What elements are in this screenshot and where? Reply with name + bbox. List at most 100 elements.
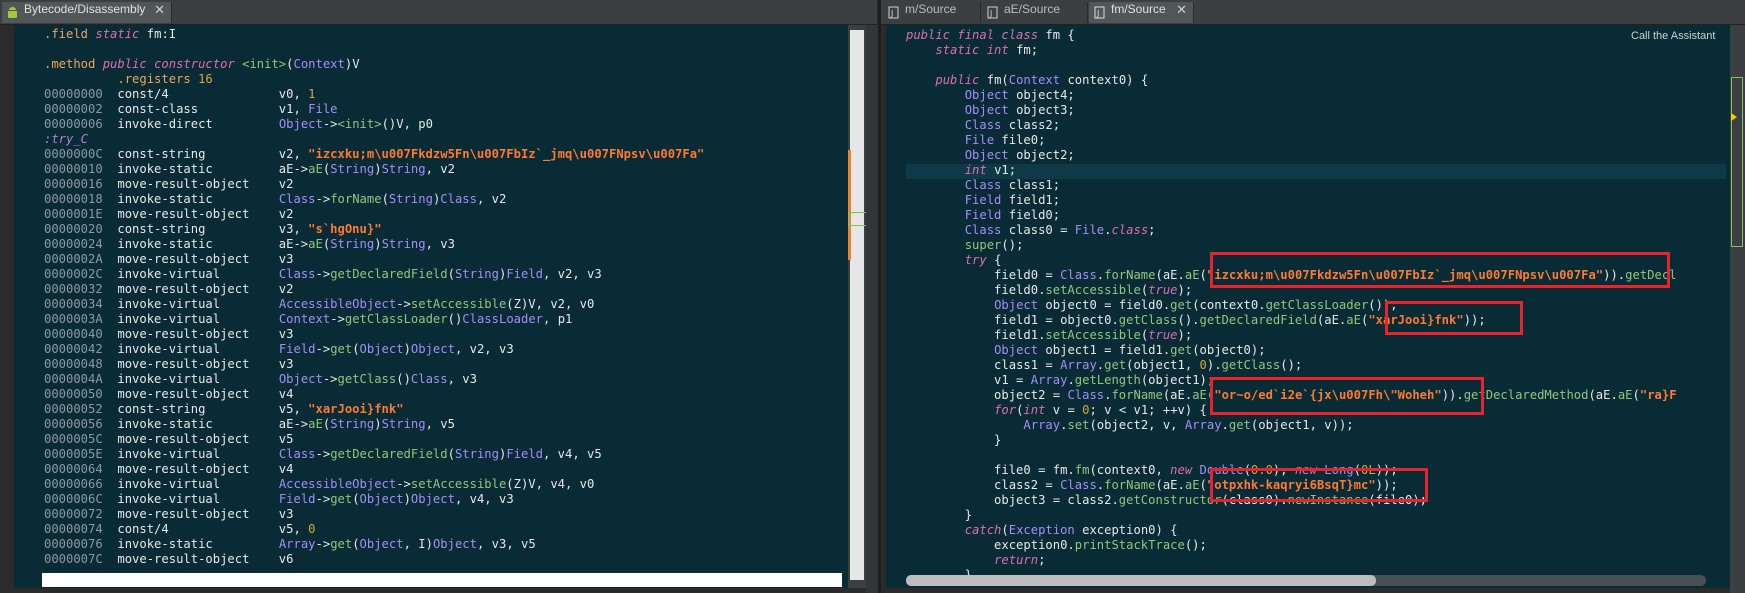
code-token-bytecode: Field bbox=[278, 492, 316, 506]
code-token-bytecode: String bbox=[454, 267, 499, 281]
tab-fm-source[interactable]: J fm/Source ✕ bbox=[1089, 2, 1194, 23]
code-line: 00000010 invoke-static aE->aE(String)Str… bbox=[44, 162, 455, 177]
code-token-bytecode: Field bbox=[506, 447, 543, 461]
code-token-source: Object bbox=[994, 298, 1039, 312]
code-token-source bbox=[906, 553, 994, 567]
code-token-source: fm bbox=[1074, 463, 1090, 477]
code-token-bytecode: String bbox=[381, 162, 426, 176]
scrollbar-thumb[interactable] bbox=[1731, 77, 1743, 247]
code-token-bytecode: move-result-object v4 bbox=[117, 387, 294, 401]
code-token-source: Array bbox=[1060, 358, 1097, 372]
code-token-source bbox=[906, 73, 935, 87]
highlight-box bbox=[1210, 468, 1428, 502]
code-line: Object object1 = field1.get(object0); bbox=[906, 343, 1266, 358]
code-line: 00000002 const-class v1, File bbox=[44, 102, 338, 117]
code-token-source: forName bbox=[1104, 268, 1156, 282]
code-token-bytecode: ( bbox=[352, 492, 360, 506]
code-line: 00000018 invoke-static Class->forName(St… bbox=[44, 192, 506, 207]
code-line: 00000064 move-result-object v4 bbox=[44, 462, 293, 477]
code-token-source: get bbox=[1170, 298, 1193, 312]
code-token-bytecode: invoke-static bbox=[117, 537, 279, 551]
code-token-bytecode: const-string v2, bbox=[117, 147, 309, 161]
code-line: int v1; bbox=[906, 163, 1016, 178]
code-token-source bbox=[906, 418, 1023, 432]
code-token-bytecode: -> bbox=[315, 267, 331, 281]
code-token-source: forName bbox=[1104, 478, 1156, 492]
left-vertical-scrollbar[interactable] bbox=[848, 25, 866, 588]
code-token-source: . bbox=[1221, 418, 1229, 432]
code-token-source: Class bbox=[1067, 388, 1105, 402]
right-vertical-scrollbar[interactable] bbox=[1730, 25, 1745, 593]
code-token-bytecode: const-class v1, bbox=[117, 102, 309, 116]
code-token-bytecode: String bbox=[330, 237, 375, 251]
code-line: return; bbox=[906, 553, 1045, 568]
code-token-source: Class bbox=[964, 223, 1002, 237]
code-token-bytecode: 0000000C bbox=[44, 147, 118, 161]
code-token-bytecode: invoke-static aE-> bbox=[117, 237, 309, 251]
code-token-bytecode: const-string v3, bbox=[117, 222, 309, 236]
tab-bytecode-disassembly[interactable]: Bytecode/Disassembly ✕ bbox=[2, 2, 172, 23]
horizontal-scrollbar-thumb[interactable] bbox=[906, 575, 1376, 586]
code-token-bytecode: invoke-virtual bbox=[117, 267, 279, 281]
code-line: :try_C bbox=[44, 132, 88, 147]
code-token-source: File bbox=[964, 133, 995, 147]
code-token-source: exception0. bbox=[906, 538, 1075, 552]
code-token-bytecode: ) bbox=[374, 417, 382, 431]
code-token-source: new bbox=[1170, 463, 1200, 477]
bytecode-editor[interactable]: .field static fm:I .method public constru… bbox=[14, 25, 848, 588]
code-token-bytecode: ) bbox=[374, 237, 382, 251]
highlight-box bbox=[1385, 301, 1523, 335]
code-token-bytecode: Object bbox=[432, 537, 477, 551]
code-token-bytecode: 0000006C bbox=[44, 492, 118, 506]
code-token-bytecode: fm bbox=[146, 27, 162, 41]
code-token-bytecode: String bbox=[454, 447, 499, 461]
code-token-source bbox=[906, 208, 965, 222]
source-editor[interactable]: public final class fm { static int fm; p… bbox=[886, 25, 1730, 588]
call-assistant-label[interactable]: Call the Assistant bbox=[1631, 30, 1715, 42]
svg-text:J: J bbox=[890, 9, 893, 18]
code-token-source: (aE. bbox=[1588, 388, 1618, 402]
code-token-source: aE bbox=[1192, 388, 1207, 402]
code-token-bytecode: 00000048 bbox=[44, 357, 118, 371]
code-line: 00000006 invoke-direct Object-><init>()V… bbox=[44, 117, 433, 132]
code-token-bytecode: ( bbox=[286, 57, 294, 71]
scrollbar-thumb[interactable] bbox=[850, 30, 864, 580]
android-icon bbox=[8, 7, 17, 18]
code-token-bytecode: :try_C bbox=[44, 132, 89, 146]
horizontal-scrollbar[interactable] bbox=[42, 573, 842, 587]
code-token-bytecode: ) bbox=[403, 492, 411, 506]
close-icon[interactable]: ✕ bbox=[154, 2, 165, 18]
change-marker bbox=[848, 150, 851, 260]
code-token-bytecode: Class bbox=[410, 372, 448, 386]
code-token-source: field1. bbox=[906, 328, 1046, 342]
code-token-source: (). bbox=[1177, 313, 1200, 327]
tab-ae-source[interactable]: J aE/Source bbox=[982, 2, 1088, 23]
java-file-icon: J bbox=[987, 6, 998, 19]
code-token-source: Field bbox=[964, 193, 1002, 207]
code-token-bytecode: -> bbox=[322, 117, 338, 131]
code-line: 00000050 move-result-object v4 bbox=[44, 387, 293, 402]
code-token-source: fm; bbox=[1016, 43, 1039, 57]
code-token-source: Exception bbox=[1008, 523, 1075, 537]
code-token-source: Array bbox=[1023, 418, 1061, 432]
code-token-source: printStackTrace bbox=[1074, 538, 1185, 552]
code-token-source: true bbox=[1148, 283, 1178, 297]
code-line: 0000007C move-result-object v6 bbox=[44, 552, 293, 567]
code-line: Class class1; bbox=[906, 178, 1060, 193]
code-token-bytecode: move-result-object v3 bbox=[117, 327, 294, 341]
code-token-source: getLength bbox=[1074, 373, 1141, 387]
code-token-source: ). bbox=[1206, 358, 1222, 372]
code-token-source: public final class bbox=[906, 28, 1046, 42]
code-token-bytecode: get bbox=[330, 537, 353, 551]
tab-m-source[interactable]: J m/Source bbox=[883, 2, 981, 23]
code-token-source: (aE. bbox=[1316, 313, 1347, 327]
code-token-bytecode: 00000074 bbox=[44, 522, 118, 536]
code-token-source: } bbox=[906, 433, 1002, 447]
code-token-bytecode: 00000056 bbox=[44, 417, 118, 431]
code-token-source: object2 = bbox=[906, 388, 1068, 402]
code-token-source bbox=[906, 223, 965, 237]
close-icon[interactable]: ✕ bbox=[1176, 2, 1187, 18]
code-token-bytecode: Array bbox=[278, 537, 316, 551]
code-token-bytecode: move-result-object v3 bbox=[117, 357, 294, 371]
code-token-bytecode: , v2 bbox=[425, 162, 455, 176]
